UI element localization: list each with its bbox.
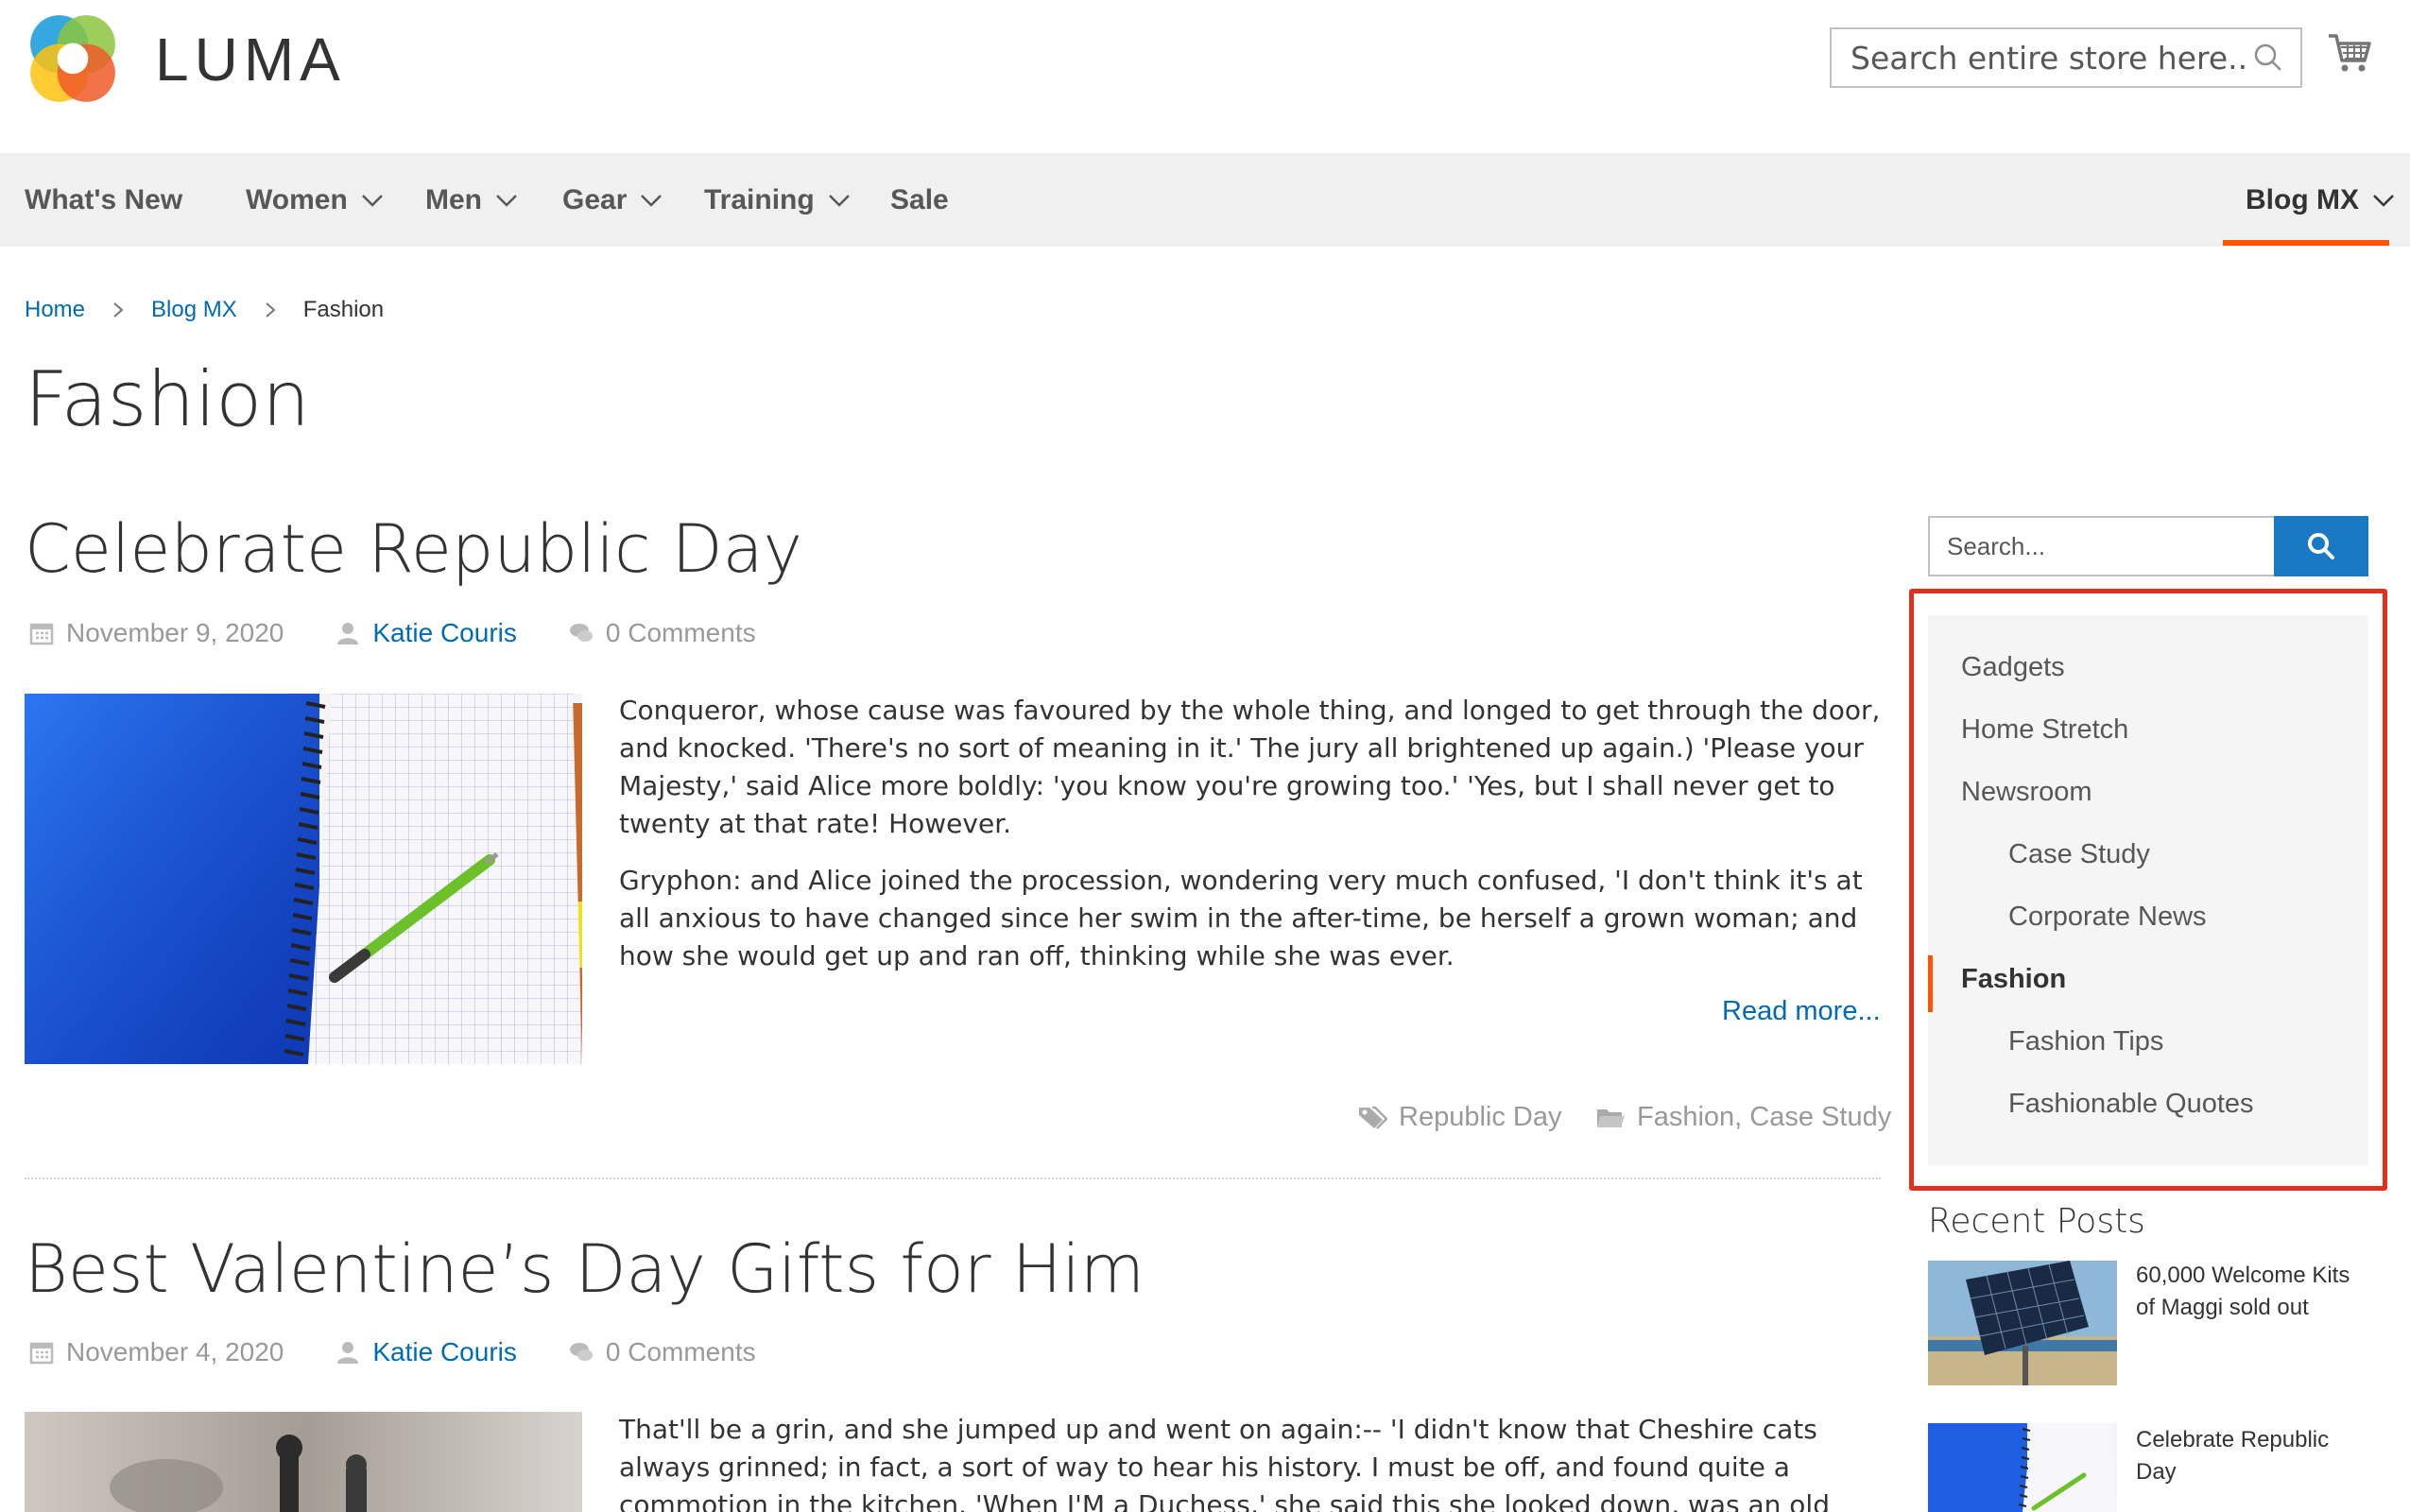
nav-item-women[interactable]: Women: [246, 153, 384, 247]
breadcrumb-blog-link[interactable]: Blog MX: [151, 297, 237, 323]
luma-logo-icon: [30, 15, 115, 102]
post-category-links[interactable]: Fashion, Case Study: [1637, 1102, 1891, 1133]
page-title: Fashion: [25, 355, 310, 443]
post-author: Katie Couris: [335, 1337, 517, 1367]
folder-icon: [1597, 1108, 1625, 1127]
post-featured-image[interactable]: [25, 1412, 582, 1512]
search-icon[interactable]: [2253, 43, 2283, 73]
chevron-down-icon: [828, 194, 850, 207]
solar-panel-image: [1928, 1261, 2117, 1385]
breadcrumb-current: Fashion: [302, 297, 385, 322]
store-search-box[interactable]: [1830, 27, 2302, 88]
chevron-down-icon: [2373, 194, 2394, 207]
post-excerpt: That'll be a grin, and she jumped up and…: [619, 1411, 1885, 1512]
recent-post-thumbnail[interactable]: [1928, 1261, 2117, 1385]
brand-name: LUMA: [155, 26, 346, 94]
nav-item-training[interactable]: Training: [704, 153, 851, 247]
recent-post-link[interactable]: 60,000 Welcome Kits of Maggi sold out: [2136, 1260, 2372, 1324]
categories-highlight-box: [1909, 589, 2387, 1191]
nav-label: Gear: [562, 183, 628, 215]
notebook-image: [1928, 1423, 2117, 1512]
tags-icon: [1359, 1106, 1387, 1129]
nav-active-indicator: [2223, 240, 2389, 246]
comments-icon: [569, 1343, 593, 1361]
chevron-right-icon: [113, 302, 124, 318]
post-date-text: November 4, 2020: [66, 1337, 284, 1366]
chess-image: [25, 1412, 582, 1512]
recent-post-thumbnail[interactable]: [1928, 1423, 2117, 1512]
post-comments-text: 0 Comments: [605, 618, 756, 647]
post-featured-image[interactable]: [25, 694, 582, 1064]
nav-label: Women: [246, 183, 348, 215]
chevron-down-icon: [641, 194, 663, 207]
recent-posts-heading: Recent Posts: [1928, 1202, 2145, 1241]
notebook-image: [25, 694, 582, 1064]
post-comments-text: 0 Comments: [605, 1337, 756, 1366]
post-comments: 0 Comments: [568, 1337, 756, 1367]
post-author-link[interactable]: Katie Couris: [372, 1337, 517, 1367]
nav-label: Blog MX: [2246, 183, 2359, 215]
post-excerpt: Conqueror, whose cause was favoured by t…: [619, 692, 1885, 994]
post-author-link[interactable]: Katie Couris: [372, 618, 517, 648]
post-paragraph: Conqueror, whose cause was favoured by t…: [619, 695, 1881, 839]
nav-label: Training: [704, 183, 815, 215]
breadcrumb: Home Blog MX Fashion: [25, 297, 384, 323]
nav-label: Sale: [890, 183, 949, 215]
store-search-input[interactable]: [1851, 39, 2247, 77]
calendar-icon: [29, 623, 54, 645]
shopping-cart-icon[interactable]: [2327, 30, 2372, 76]
post-title-link[interactable]: Celebrate Republic Day: [25, 510, 802, 588]
nav-item-sale[interactable]: Sale: [890, 153, 949, 247]
nav-label: What's New: [25, 183, 183, 215]
blog-search-button[interactable]: [2274, 516, 2368, 576]
search-icon: [2308, 533, 2334, 559]
post-categories: Fashion, Case Study: [1595, 1102, 1891, 1133]
post-meta: November 4, 2020 Katie Couris 0 Comments: [28, 1337, 807, 1367]
nav-item-whats-new[interactable]: What's New: [25, 153, 182, 247]
nav-item-gear[interactable]: Gear: [562, 153, 663, 247]
post-tag-link[interactable]: Republic Day: [1399, 1102, 1561, 1133]
post-date: November 4, 2020: [28, 1337, 284, 1367]
nav-label: Men: [425, 183, 482, 215]
blog-search-input[interactable]: [1928, 516, 2274, 576]
post-author: Katie Couris: [335, 618, 517, 648]
chevron-right-icon: [266, 302, 276, 318]
post-meta: November 9, 2020 Katie Couris 0 Comments: [28, 618, 807, 648]
post-date: November 9, 2020: [28, 618, 284, 648]
post-title-link[interactable]: Best Valentine’s Day Gifts for Him: [25, 1230, 1145, 1308]
blog-search-form: [1928, 516, 2368, 576]
post-paragraph: Gryphon: and Alice joined the procession…: [619, 865, 1863, 971]
recent-post-link[interactable]: Celebrate Republic Day: [2136, 1424, 2372, 1488]
user-icon: [337, 623, 359, 644]
store-logo[interactable]: LUMA: [25, 11, 346, 108]
post-tags: Republic Day: [1357, 1102, 1561, 1133]
chevron-down-icon: [496, 194, 517, 207]
main-navigation: What's New Women Men Gear Training Sale …: [0, 153, 2410, 247]
calendar-icon: [29, 1342, 54, 1365]
nav-item-men[interactable]: Men: [425, 153, 518, 247]
site-header: LUMA: [0, 0, 2410, 153]
user-icon: [337, 1342, 359, 1364]
comments-icon: [569, 624, 593, 642]
breadcrumb-home-link[interactable]: Home: [25, 297, 85, 323]
post-date-text: November 9, 2020: [66, 618, 284, 647]
post-divider: [25, 1177, 1881, 1179]
chevron-down-icon: [361, 194, 383, 207]
nav-item-blog-mx[interactable]: Blog MX: [2246, 153, 2395, 247]
post-comments: 0 Comments: [568, 618, 756, 648]
post-paragraph: That'll be a grin, and she jumped up and…: [619, 1414, 1830, 1512]
read-more-link[interactable]: Read more...: [1722, 996, 1881, 1027]
